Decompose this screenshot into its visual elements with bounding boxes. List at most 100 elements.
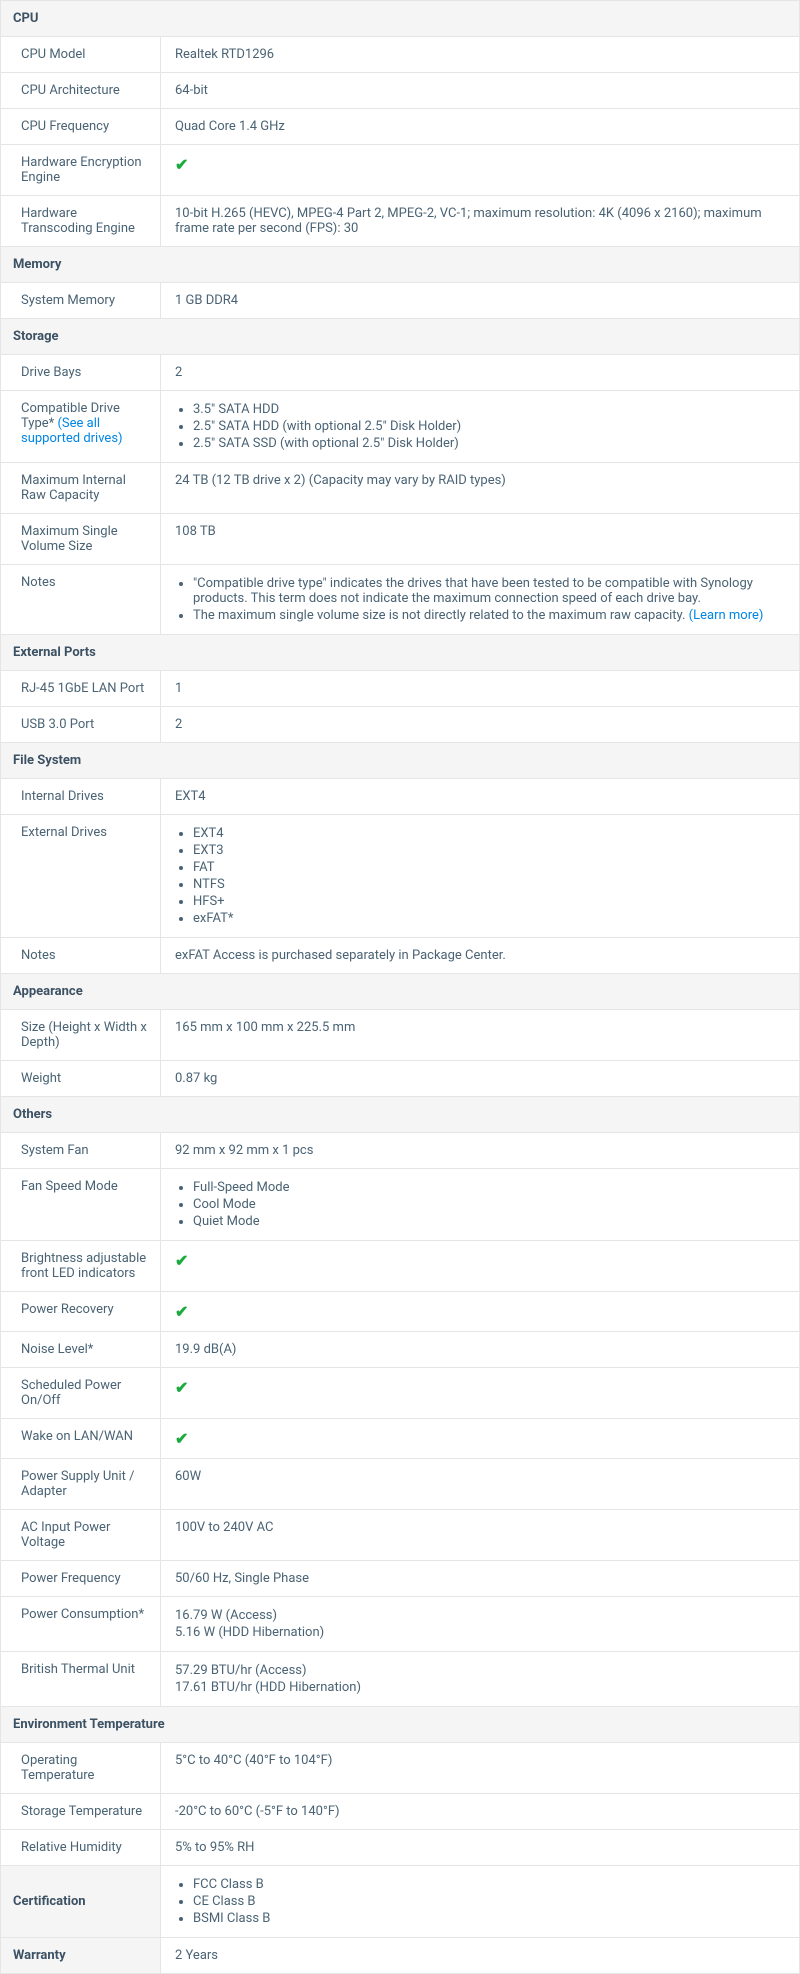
hw-trans-value: 10-bit H.265 (HEVC), MPEG-4 Part 2, MPEG… xyxy=(161,196,800,247)
list-item: exFAT* xyxy=(193,910,785,927)
list-item: 3.5" SATA HDD xyxy=(193,401,785,418)
cpu-model-label: CPU Model xyxy=(1,37,161,73)
cpu-arch-label: CPU Architecture xyxy=(1,73,161,109)
psu-value: 60W xyxy=(161,1459,800,1510)
hw-enc-value: ✔ xyxy=(161,145,800,196)
size-label: Size (Height x Width x Depth) xyxy=(1,1010,161,1061)
list-item: Quiet Mode xyxy=(193,1213,785,1230)
lan-value: 1 xyxy=(161,671,800,707)
memory-header: Memory xyxy=(1,247,800,283)
spec-table: CPU CPU ModelRealtek RTD1296 CPU Archite… xyxy=(0,0,800,1974)
warranty-value: 2 Years xyxy=(161,1938,800,1974)
pcons-value: 16.79 W (Access)5.16 W (HDD Hibernation) xyxy=(161,1597,800,1652)
hw-enc-label: Hardware Encryption Engine xyxy=(1,145,161,196)
optemp-label: Operating Temperature xyxy=(1,1743,161,1794)
btu-line: 57.29 BTU/hr (Access) xyxy=(175,1662,785,1679)
list-item: Cool Mode xyxy=(193,1196,785,1213)
extdrives-value: EXT4EXT3FATNTFSHFS+exFAT* xyxy=(161,815,800,938)
cpu-header: CPU xyxy=(1,1,800,37)
maxraw-label: Maximum Internal Raw Capacity xyxy=(1,463,161,514)
drivebays-label: Drive Bays xyxy=(1,355,161,391)
led-label: Brightness adjustable front LED indicato… xyxy=(1,1241,161,1292)
warranty-header: Warranty xyxy=(1,1938,161,1974)
cert-header: Certification xyxy=(1,1866,161,1938)
check-icon: ✔ xyxy=(175,155,188,174)
check-icon: ✔ xyxy=(175,1251,188,1270)
check-icon: ✔ xyxy=(175,1378,188,1397)
btu-label: British Thermal Unit xyxy=(1,1652,161,1707)
extports-header: External Ports xyxy=(1,635,800,671)
compat-drive-label: Compatible Drive Type* (See all supporte… xyxy=(1,391,161,463)
list-item: 2.5" SATA HDD (with optional 2.5" Disk H… xyxy=(193,418,785,435)
weight-label: Weight xyxy=(1,1061,161,1097)
note-text: The maximum single volume size is not di… xyxy=(193,608,689,623)
pcons-label: Power Consumption* xyxy=(1,1597,161,1652)
list-item: FAT xyxy=(193,859,785,876)
list-item: CE Class B xyxy=(193,1893,785,1910)
btu-line: 17.61 BTU/hr (HDD Hibernation) xyxy=(175,1679,785,1696)
cpu-freq-label: CPU Frequency xyxy=(1,109,161,145)
recovery-value: ✔ xyxy=(161,1292,800,1332)
extdrives-label: External Drives xyxy=(1,815,161,938)
cpu-model-value: Realtek RTD1296 xyxy=(161,37,800,73)
list-item: FCC Class B xyxy=(193,1876,785,1893)
sttemp-label: Storage Temperature xyxy=(1,1794,161,1830)
list-item: EXT3 xyxy=(193,842,785,859)
list-item: 2.5" SATA SSD (with optional 2.5" Disk H… xyxy=(193,435,785,452)
storage-notes-value: "Compatible drive type" indicates the dr… xyxy=(161,565,800,635)
appearance-header: Appearance xyxy=(1,974,800,1010)
check-icon: ✔ xyxy=(175,1302,188,1321)
recovery-label: Power Recovery xyxy=(1,1292,161,1332)
maxraw-value: 24 TB (12 TB drive x 2) (Capacity may va… xyxy=(161,463,800,514)
fs-notes-value: exFAT Access is purchased separately in … xyxy=(161,938,800,974)
lan-label: RJ-45 1GbE LAN Port xyxy=(1,671,161,707)
pfreq-label: Power Frequency xyxy=(1,1561,161,1597)
compat-drive-value: 3.5" SATA HDD2.5" SATA HDD (with optiona… xyxy=(161,391,800,463)
maxvol-value: 108 TB xyxy=(161,514,800,565)
cert-value: FCC Class BCE Class BBSMI Class B xyxy=(161,1866,800,1938)
rh-label: Relative Humidity xyxy=(1,1830,161,1866)
btu-value: 57.29 BTU/hr (Access)17.61 BTU/hr (HDD H… xyxy=(161,1652,800,1707)
maxvol-label: Maximum Single Volume Size xyxy=(1,514,161,565)
sched-value: ✔ xyxy=(161,1368,800,1419)
fanmode-value: Full-Speed ModeCool ModeQuiet Mode xyxy=(161,1169,800,1241)
list-item: The maximum single volume size is not di… xyxy=(193,607,785,624)
optemp-value: 5°C to 40°C (40°F to 104°F) xyxy=(161,1743,800,1794)
intdrives-label: Internal Drives xyxy=(1,779,161,815)
list-item: Full-Speed Mode xyxy=(193,1179,785,1196)
usb-label: USB 3.0 Port xyxy=(1,707,161,743)
fanmode-label: Fan Speed Mode xyxy=(1,1169,161,1241)
sched-label: Scheduled Power On/Off xyxy=(1,1368,161,1419)
wol-value: ✔ xyxy=(161,1419,800,1459)
list-item: HFS+ xyxy=(193,893,785,910)
sysfan-label: System Fan xyxy=(1,1133,161,1169)
list-item: EXT4 xyxy=(193,825,785,842)
pcons-line: 5.16 W (HDD Hibernation) xyxy=(175,1624,785,1641)
sttemp-value: -20°C to 60°C (-5°F to 140°F) xyxy=(161,1794,800,1830)
check-icon: ✔ xyxy=(175,1429,188,1448)
size-value: 165 mm x 100 mm x 225.5 mm xyxy=(161,1010,800,1061)
pfreq-value: 50/60 Hz, Single Phase xyxy=(161,1561,800,1597)
usb-value: 2 xyxy=(161,707,800,743)
list-item: BSMI Class B xyxy=(193,1910,785,1927)
sysmem-label: System Memory xyxy=(1,283,161,319)
hw-trans-label: Hardware Transcoding Engine xyxy=(1,196,161,247)
storage-header: Storage xyxy=(1,319,800,355)
intdrives-value: EXT4 xyxy=(161,779,800,815)
pcons-line: 16.79 W (Access) xyxy=(175,1607,785,1624)
led-value: ✔ xyxy=(161,1241,800,1292)
fs-notes-label: Notes xyxy=(1,938,161,974)
list-item: NTFS xyxy=(193,876,785,893)
sysmem-value: 1 GB DDR4 xyxy=(161,283,800,319)
drivebays-value: 2 xyxy=(161,355,800,391)
env-header: Environment Temperature xyxy=(1,1707,800,1743)
noise-value: 19.9 dB(A) xyxy=(161,1332,800,1368)
learn-more-link[interactable]: (Learn more) xyxy=(689,608,764,623)
list-item: "Compatible drive type" indicates the dr… xyxy=(193,575,785,607)
fs-header: File System xyxy=(1,743,800,779)
noise-label: Noise Level* xyxy=(1,1332,161,1368)
weight-value: 0.87 kg xyxy=(161,1061,800,1097)
acin-value: 100V to 240V AC xyxy=(161,1510,800,1561)
psu-label: Power Supply Unit / Adapter xyxy=(1,1459,161,1510)
others-header: Others xyxy=(1,1097,800,1133)
